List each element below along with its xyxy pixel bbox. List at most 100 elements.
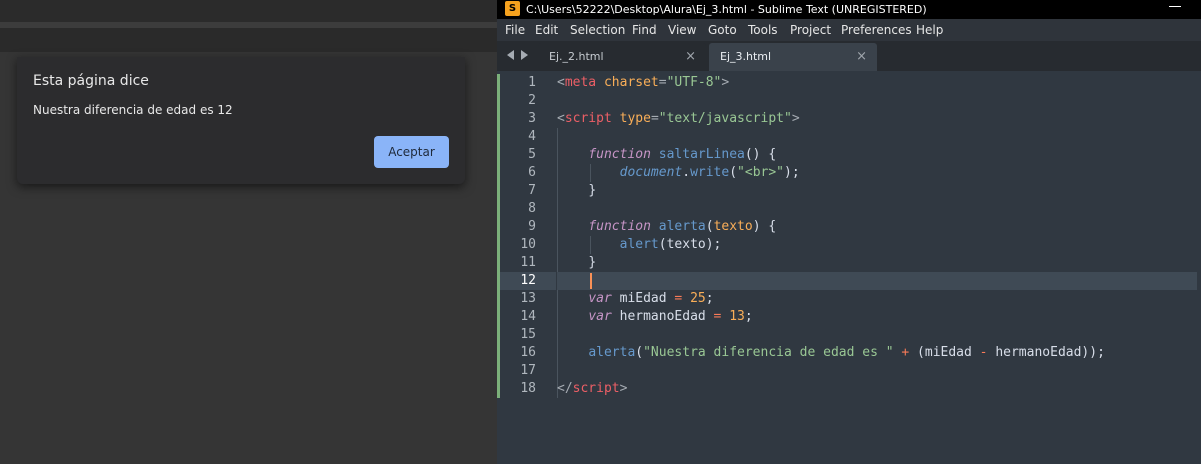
code-line[interactable]: alerta("Nuestra diferencia de edad es " … (557, 344, 1197, 362)
code-line[interactable]: alert(texto); (557, 236, 1197, 254)
code-line[interactable]: } (557, 254, 1197, 272)
browser-toolbar (0, 28, 497, 52)
code-line[interactable] (557, 362, 1197, 380)
line-number: 5 (528, 147, 536, 162)
tab-scroll-left-icon[interactable] (507, 50, 514, 60)
sublime-window: S C:\Users\52222\Desktop\Alura\Ej_3.html… (497, 0, 1201, 464)
menu-selection[interactable]: Selection (570, 23, 625, 37)
code-token: "Nuestra diferencia de edad es " (643, 345, 894, 360)
code-token: "UTF-8" (666, 75, 722, 90)
code-token: ( (729, 165, 738, 180)
sublime-logo-icon: S (505, 1, 520, 16)
code-line[interactable]: function saltarLinea() { (557, 146, 1197, 164)
menu-goto[interactable]: Goto (708, 23, 737, 37)
tab-ej2[interactable]: Ej._2.html × (538, 43, 706, 71)
code-token: - (979, 345, 988, 360)
line-number: 14 (520, 309, 536, 324)
tab-ej3[interactable]: Ej_3.html × (709, 43, 877, 71)
code-line[interactable]: <script type="text/javascript"> (557, 110, 1197, 128)
code-token: hermanoEdad)); (987, 345, 1105, 360)
alert-dialog: Esta página dice Nuestra diferencia de e… (17, 57, 465, 184)
code-line[interactable]: <meta charset="UTF-8"> (557, 74, 1197, 92)
code-line[interactable]: function alerta(texto) { (557, 218, 1197, 236)
line-number: 6 (528, 165, 536, 180)
dialog-title: Esta página dice (33, 73, 149, 89)
code-token: ) { (752, 219, 777, 234)
code-token: () { (744, 147, 777, 162)
code-token: hermanoEdad (611, 309, 714, 324)
code-token: texto (713, 219, 753, 234)
code-line[interactable] (557, 326, 1197, 344)
menu-preferences[interactable]: Preferences (841, 23, 912, 37)
code-token: function (588, 147, 651, 162)
code-token: (miEdad (909, 345, 980, 360)
code-token: } (588, 183, 597, 198)
menu-help[interactable]: Help (916, 23, 943, 37)
code-line[interactable] (557, 272, 1197, 290)
menu-edit[interactable]: Edit (535, 23, 558, 37)
menu-project[interactable]: Project (790, 23, 831, 37)
code-line[interactable] (557, 128, 1197, 146)
menu-file[interactable]: File (505, 23, 525, 37)
line-number: 2 (528, 93, 536, 108)
code-token: var (588, 291, 612, 306)
code-token: </ (557, 381, 573, 396)
line-number: 8 (528, 201, 536, 216)
browser-window: Esta página dice Nuestra diferencia de e… (0, 0, 497, 464)
code-line[interactable] (557, 92, 1197, 110)
code-token: alerta (658, 219, 706, 234)
menu-view[interactable]: View (668, 23, 696, 37)
line-number: 7 (528, 183, 536, 198)
line-number: 12 (500, 272, 556, 290)
accept-button[interactable]: Aceptar (374, 136, 449, 168)
code-token: ; (744, 309, 753, 324)
code-token: = (650, 111, 659, 126)
code-token: "<br>" (737, 165, 785, 180)
tab-scroll-right-icon[interactable] (521, 50, 528, 60)
browser-tab-strip (0, 0, 497, 22)
code-token: meta (564, 75, 597, 90)
code-token: (texto); (658, 237, 722, 252)
line-number: 3 (528, 111, 536, 126)
menu-tools[interactable]: Tools (748, 23, 778, 37)
code-token: write (690, 165, 730, 180)
code-line[interactable]: var hermanoEdad = 13; (557, 308, 1197, 326)
code-token: type (619, 111, 651, 126)
code-line[interactable]: </script> (557, 380, 1197, 398)
line-number: 10 (520, 237, 536, 252)
line-number: 18 (520, 381, 536, 396)
code-token: ; (705, 291, 714, 306)
code-token: var (588, 309, 612, 324)
minimize-icon[interactable] (1169, 6, 1181, 7)
code-line[interactable]: document.write("<br>"); (557, 164, 1197, 182)
line-number: 13 (520, 291, 536, 306)
code-line[interactable]: } (557, 182, 1197, 200)
code-editor[interactable]: 1 2 3 4 5 6 7 8 9 10 11 12 13 14 15 16 17 18 <meta charse… (497, 71, 1201, 464)
text-caret (590, 273, 592, 289)
title-bar: S C:\Users\52222\Desktop\Alura\Ej_3.html… (497, 0, 1201, 19)
code-token: "text/javascript" (658, 111, 792, 126)
code-token: = (658, 75, 667, 90)
menu-find[interactable]: Find (632, 23, 657, 37)
tab-label: Ej_3.html (720, 50, 772, 63)
line-number: 1 (528, 75, 536, 90)
code-token: miEdad (611, 291, 675, 306)
close-icon[interactable]: × (685, 49, 696, 64)
code-token: > (721, 75, 730, 90)
code-line[interactable]: var miEdad = 25; (557, 290, 1197, 308)
close-icon[interactable]: × (856, 49, 867, 64)
line-number: 16 (520, 345, 536, 360)
code-token: saltarLinea (658, 147, 745, 162)
code-line[interactable] (557, 200, 1197, 218)
code-token: charset (603, 75, 659, 90)
code-area[interactable]: <meta charset="UTF-8"> <script type="text… (557, 74, 1197, 398)
